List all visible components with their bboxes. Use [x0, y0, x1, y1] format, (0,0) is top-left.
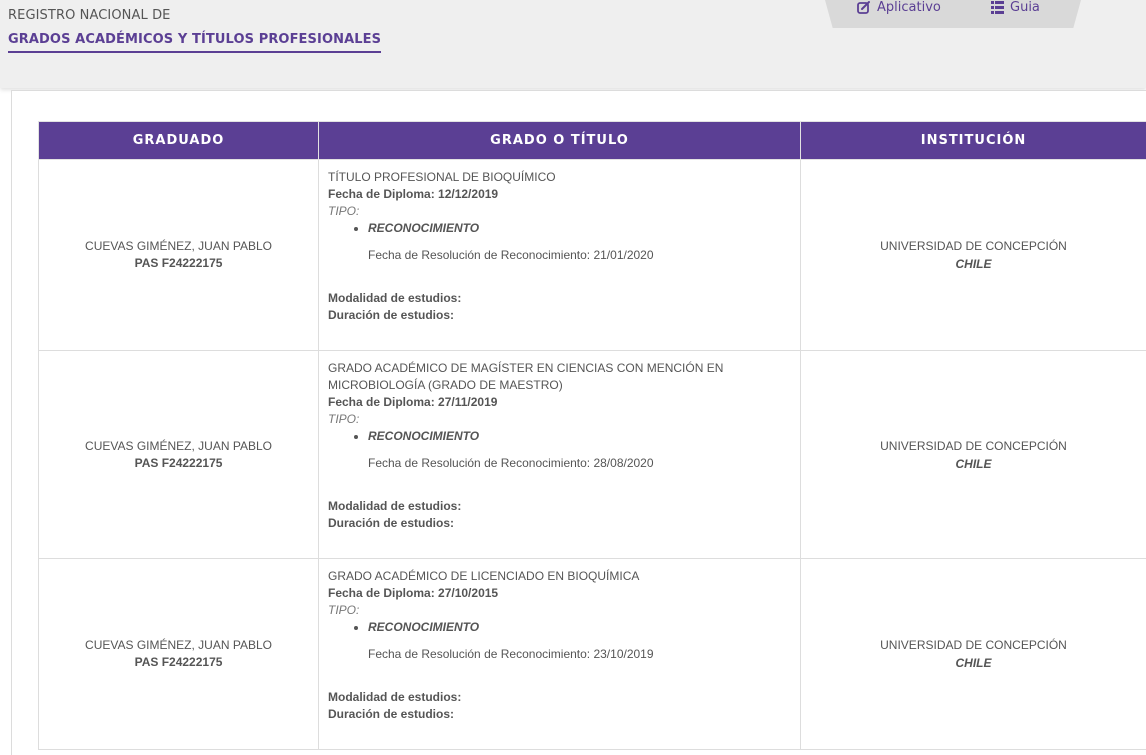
table-row: CUEVAS GIMÉNEZ, JUAN PABLO PAS F24222175…	[39, 351, 1146, 559]
graduado-name: CUEVAS GIMÉNEZ, JUAN PABLO	[39, 637, 318, 654]
grado-titulo-cell: TÍTULO PROFESIONAL DE BIOQUÍMICO Fecha d…	[319, 160, 801, 351]
institucion-country: CHILE	[801, 255, 1146, 273]
table-row: CUEVAS GIMÉNEZ, JUAN PABLO PAS F24222175…	[39, 160, 1146, 351]
graduado-cell: CUEVAS GIMÉNEZ, JUAN PABLO PAS F24222175	[39, 559, 319, 750]
modalidad-label: Modalidad de estudios:	[328, 498, 791, 515]
graduado-document: PAS F24222175	[39, 255, 318, 272]
fecha-diploma-label: Fecha de Diploma:	[328, 586, 435, 600]
column-header-grado-titulo: GRADO O TÍTULO	[319, 122, 801, 160]
tipo-list: RECONOCIMIENTO	[328, 220, 791, 237]
institucion-cell: UNIVERSIDAD DE CONCEPCIÓN CHILE	[801, 351, 1146, 559]
fecha-resolucion: Fecha de Resolución de Reconocimiento: 2…	[328, 455, 791, 472]
graduado-cell: CUEVAS GIMÉNEZ, JUAN PABLO PAS F24222175	[39, 160, 319, 351]
institucion-name: UNIVERSIDAD DE CONCEPCIÓN	[801, 636, 1146, 654]
grado-titulo-cell: GRADO ACADÉMICO DE MAGÍSTER EN CIENCIAS …	[319, 351, 801, 559]
graduado-cell: CUEVAS GIMÉNEZ, JUAN PABLO PAS F24222175	[39, 351, 319, 559]
institucion-country: CHILE	[801, 654, 1146, 672]
tipo-list: RECONOCIMIENTO	[328, 428, 791, 445]
brand-subtitle: REGISTRO NACIONAL DE	[8, 8, 171, 23]
list-icon	[991, 1, 1004, 14]
fecha-diploma-value: 27/11/2019	[438, 395, 497, 409]
modalidad-label: Modalidad de estudios:	[328, 290, 791, 307]
nav-guia-label: Guia	[1010, 0, 1040, 15]
grado-titulo-cell: GRADO ACADÉMICO DE LICENCIADO EN BIOQUÍM…	[319, 559, 801, 750]
modalidad-label: Modalidad de estudios:	[328, 689, 791, 706]
nav-aplicativo-link[interactable]: Aplicativo	[857, 0, 941, 16]
results-table: GRADUADO GRADO O TÍTULO INSTITUCIÓN CUEV…	[38, 121, 1146, 750]
duracion-label: Duración de estudios:	[328, 515, 791, 532]
fecha-diploma-value: 12/12/2019	[438, 187, 498, 201]
tipo-value: RECONOCIMIENTO	[368, 220, 791, 237]
top-header: REGISTRO NACIONAL DE GRADOS ACADÉMICOS Y…	[0, 0, 1146, 88]
brand-title-link[interactable]: GRADOS ACADÉMICOS Y TÍTULOS PROFESIONALE…	[8, 32, 381, 53]
fecha-resolucion: Fecha de Resolución de Reconocimiento: 2…	[328, 247, 791, 264]
graduado-document: PAS F24222175	[39, 654, 318, 671]
graduado-document: PAS F24222175	[39, 455, 318, 472]
institucion-name: UNIVERSIDAD DE CONCEPCIÓN	[801, 437, 1146, 455]
graduado-name: CUEVAS GIMÉNEZ, JUAN PABLO	[39, 238, 318, 255]
edit-icon	[857, 0, 871, 14]
column-header-institucion: INSTITUCIÓN	[801, 122, 1146, 160]
fecha-diploma-label: Fecha de Diploma:	[328, 395, 435, 409]
duracion-label: Duración de estudios:	[328, 706, 791, 723]
tipo-label: TIPO:	[328, 602, 791, 619]
nav-aplicativo-label: Aplicativo	[877, 0, 941, 15]
fecha-diploma-label: Fecha de Diploma:	[328, 187, 435, 201]
institucion-country: CHILE	[801, 455, 1146, 473]
tipo-value: RECONOCIMIENTO	[368, 428, 791, 445]
fecha-diploma: Fecha de Diploma: 27/10/2015	[328, 585, 791, 602]
duracion-label: Duración de estudios:	[328, 307, 791, 324]
tipo-list: RECONOCIMIENTO	[328, 619, 791, 636]
titulo-name: GRADO ACADÉMICO DE MAGÍSTER EN CIENCIAS …	[328, 360, 791, 394]
titulo-name: TÍTULO PROFESIONAL DE BIOQUÍMICO	[328, 169, 791, 186]
top-nav: Aplicativo Guia	[825, 0, 1081, 28]
fecha-diploma: Fecha de Diploma: 27/11/2019	[328, 394, 791, 411]
institucion-cell: UNIVERSIDAD DE CONCEPCIÓN CHILE	[801, 160, 1146, 351]
fecha-resolucion: Fecha de Resolución de Reconocimiento: 2…	[328, 646, 791, 663]
column-header-graduado: GRADUADO	[39, 122, 319, 160]
nav-guia-link[interactable]: Guia	[991, 0, 1040, 16]
graduado-name: CUEVAS GIMÉNEZ, JUAN PABLO	[39, 438, 318, 455]
tipo-value: RECONOCIMIENTO	[368, 619, 791, 636]
institucion-cell: UNIVERSIDAD DE CONCEPCIÓN CHILE	[801, 559, 1146, 750]
table-header-row: GRADUADO GRADO O TÍTULO INSTITUCIÓN	[39, 122, 1146, 160]
table-row: CUEVAS GIMÉNEZ, JUAN PABLO PAS F24222175…	[39, 559, 1146, 750]
fecha-diploma: Fecha de Diploma: 12/12/2019	[328, 186, 791, 203]
tipo-label: TIPO:	[328, 203, 791, 220]
fecha-diploma-value: 27/10/2015	[438, 586, 498, 600]
institucion-name: UNIVERSIDAD DE CONCEPCIÓN	[801, 237, 1146, 255]
titulo-name: GRADO ACADÉMICO DE LICENCIADO EN BIOQUÍM…	[328, 568, 791, 585]
tipo-label: TIPO:	[328, 411, 791, 428]
